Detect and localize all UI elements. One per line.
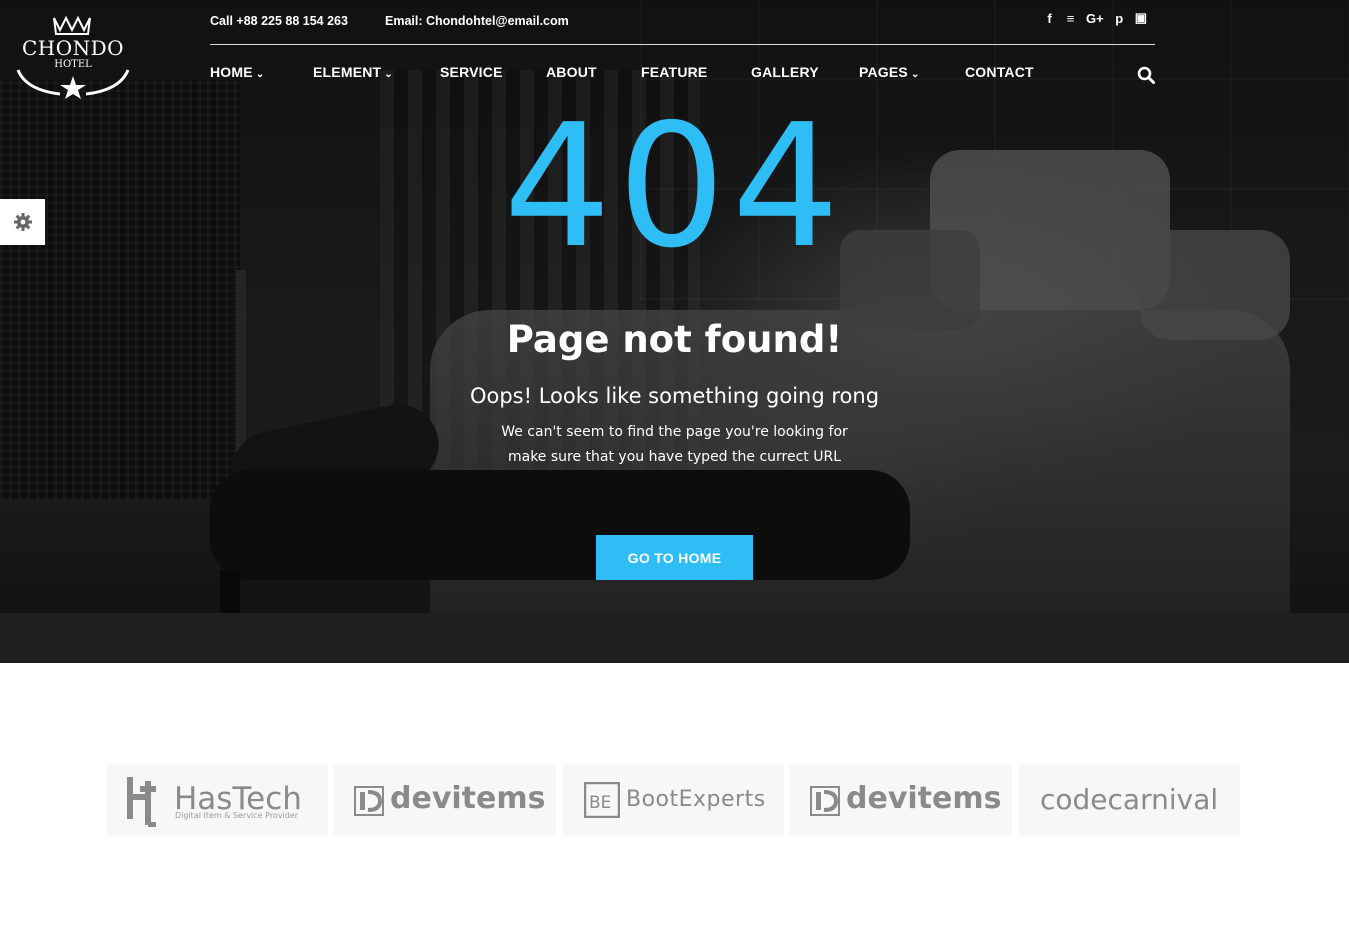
logo-subtitle: HOTEL xyxy=(54,59,92,70)
partner-logo-codecarnival[interactable]: codecarnival xyxy=(1018,765,1240,835)
error-subtitle: Oops! Looks like something going rong xyxy=(469,384,880,408)
bootexperts-mark-icon: BE xyxy=(584,782,620,818)
nav-item-contact[interactable]: CONTACT xyxy=(965,64,1034,80)
partner-logo-bootexperts[interactable]: BE BootExperts xyxy=(562,765,784,835)
error-message-line: make sure that you have typed the currec… xyxy=(507,449,841,465)
error-code: 404 xyxy=(503,88,846,286)
hero-section: CHONDO HOTEL Call +88 225 88 154 263 Ema… xyxy=(0,0,1349,663)
nav-label: CONTACT xyxy=(965,64,1034,80)
svg-text:BE: BE xyxy=(589,793,611,813)
partner-name: devitems xyxy=(390,781,546,816)
nav-item-home[interactable]: HOME ⌄ xyxy=(210,64,264,80)
search-icon[interactable] xyxy=(1137,66,1155,84)
nav-item-pages[interactable]: PAGES ⌄ xyxy=(859,64,920,80)
error-title: Page not found! xyxy=(506,318,843,361)
partner-logo-devitems[interactable]: devitems xyxy=(334,765,556,835)
partner-name: codecarnival xyxy=(1040,783,1219,816)
nav-label: HOME xyxy=(210,64,253,80)
error-message-line: We can't seem to find the page you're lo… xyxy=(501,424,848,440)
rss-icon[interactable]: ≡ xyxy=(1065,11,1076,26)
partner-logo-hastech[interactable]: HasTech Digital Item & Service Provider xyxy=(106,765,328,835)
chevron-down-icon: ⌄ xyxy=(255,69,265,80)
nav-item-service[interactable]: SERVICE xyxy=(440,64,503,80)
go-to-home-button[interactable]: GO TO HOME xyxy=(596,535,753,580)
hastech-mark-icon xyxy=(127,777,156,827)
devitems-mark-icon xyxy=(354,786,384,816)
chevron-down-icon: ⌄ xyxy=(384,69,393,80)
nav-item-about[interactable]: ABOUT xyxy=(546,64,597,80)
email-address[interactable]: Email: Chondohtel@email.com xyxy=(385,14,569,28)
phone-number[interactable]: Call +88 225 88 154 263 xyxy=(210,14,348,28)
facebook-icon[interactable]: f xyxy=(1044,11,1055,26)
nav-label: ABOUT xyxy=(546,64,597,80)
instagram-icon[interactable]: ▣ xyxy=(1135,10,1147,26)
site-logo[interactable]: CHONDO HOTEL xyxy=(14,12,132,100)
pinterest-icon[interactable]: p xyxy=(1114,11,1125,26)
chevron-down-icon: ⌄ xyxy=(910,69,920,80)
nav-label: GALLERY xyxy=(751,64,819,80)
social-links: f ≡ G+ p ▣ xyxy=(1044,10,1147,26)
partner-name: devitems xyxy=(846,781,1002,816)
top-info-bar: Call +88 225 88 154 263 Email: Chondohte… xyxy=(210,10,1155,45)
partner-name: BootExperts xyxy=(626,787,766,812)
nav-label: PAGES xyxy=(859,64,908,80)
logo-wordmark: CHONDO xyxy=(21,36,125,60)
nav-label: SERVICE xyxy=(440,64,503,80)
partner-logo-devitems-2[interactable]: devitems xyxy=(790,765,1012,835)
partner-tagline: Digital Item & Service Provider xyxy=(175,811,299,820)
devitems-mark-icon xyxy=(810,786,840,816)
google-plus-icon[interactable]: G+ xyxy=(1086,11,1104,26)
nav-item-element[interactable]: ELEMENT ⌄ xyxy=(313,64,393,80)
nav-item-gallery[interactable]: GALLERY xyxy=(751,64,819,80)
nav-label: FEATURE xyxy=(641,64,708,80)
partner-logos: HasTech Digital Item & Service Provider … xyxy=(106,765,1241,835)
nav-label: ELEMENT xyxy=(313,64,382,80)
nav-item-feature[interactable]: FEATURE xyxy=(641,64,707,80)
